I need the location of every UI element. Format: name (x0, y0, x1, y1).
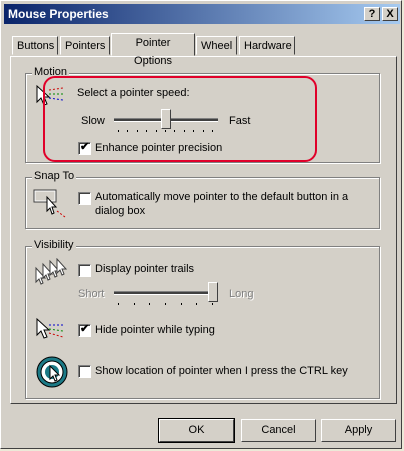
slider-tick (180, 303, 182, 305)
slider-tick (133, 303, 135, 305)
apply-button[interactable]: Apply (321, 419, 396, 442)
slider-tick (212, 303, 213, 305)
cancel-button[interactable]: Cancel (241, 419, 316, 442)
short-label: Short (78, 288, 105, 300)
pointer-trails-icon (35, 258, 68, 285)
snap-to-label-line2: dialog box (95, 205, 146, 217)
slider-tick (149, 303, 151, 305)
pointer-trails-label: Display pointer trails (95, 263, 195, 275)
slider-tick (196, 303, 198, 305)
help-button[interactable]: ? (364, 7, 380, 21)
pointer-trails-checkbox[interactable] (78, 264, 91, 277)
slider-tick (165, 303, 166, 305)
slider-tick (118, 303, 119, 305)
ok-button[interactable]: OK (158, 418, 235, 443)
window-title: Mouse Properties (8, 7, 109, 21)
show-location-checkbox[interactable] (78, 365, 91, 378)
tab-hardware[interactable]: Hardware (239, 36, 295, 55)
tab-pointers[interactable]: Pointers (60, 36, 110, 55)
snap-to-legend: Snap To (32, 170, 77, 182)
pointer-trails-slider-thumb[interactable] (208, 282, 218, 302)
snap-to-icon (33, 189, 66, 218)
hide-pointer-label: Hide pointer while typing (95, 324, 215, 336)
title-bar[interactable]: Mouse Properties ? X (4, 4, 400, 24)
hide-pointer-icon (36, 317, 64, 339)
tab-wheel[interactable]: Wheel (196, 36, 237, 55)
tab-buttons[interactable]: Buttons (12, 36, 58, 55)
show-location-label: Show location of pointer when I press th… (95, 365, 348, 377)
hide-pointer-checkbox[interactable]: ✔ (78, 323, 91, 337)
highlight-annotation (43, 76, 317, 162)
mouse-properties-window: Mouse Properties ? X Buttons Pointers Po… (0, 0, 402, 449)
check-mark-icon: ✔ (80, 323, 90, 335)
show-location-icon (36, 356, 68, 388)
pointer-trails-slider[interactable] (114, 291, 218, 295)
snap-to-label-line1: Automatically move pointer to the defaul… (95, 191, 349, 203)
close-button[interactable]: X (382, 7, 398, 21)
tab-pointer-options[interactable]: Pointer Options (111, 33, 195, 67)
snap-to-checkbox[interactable] (78, 192, 91, 205)
long-label: Long (229, 288, 254, 300)
visibility-legend: Visibility (32, 239, 76, 251)
